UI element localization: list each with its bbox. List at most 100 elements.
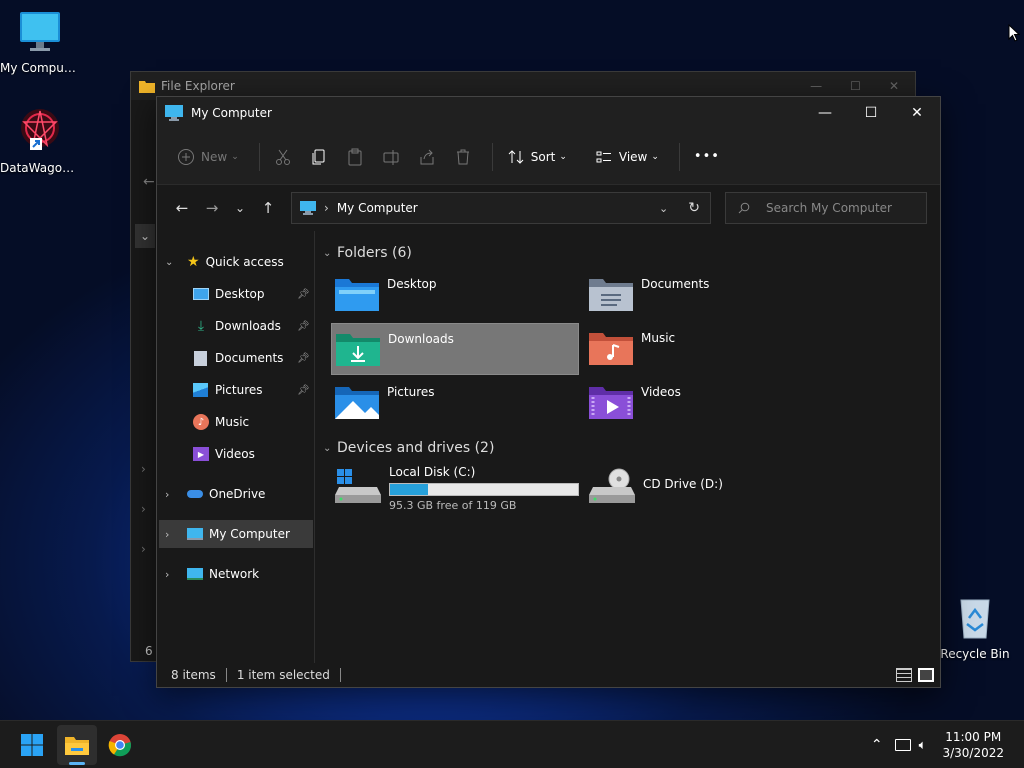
address-bar[interactable]: › My Computer ⌄ ↻: [291, 192, 711, 224]
back-arrow-icon[interactable]: ←: [143, 174, 155, 190]
folder-tile-downloads[interactable]: Downloads: [331, 323, 579, 375]
sidebar-item-desktop[interactable]: Desktop 📌︎: [193, 280, 315, 308]
folder-tile-desktop[interactable]: Desktop: [331, 269, 579, 321]
chevron-down-icon[interactable]: ⌄: [135, 224, 155, 248]
more-options-button[interactable]: •••: [688, 141, 726, 173]
sidebar-item-label: Downloads: [215, 319, 281, 333]
videos-icon: ▶: [193, 447, 209, 461]
desktop-icon-my-computer[interactable]: My Computer: [0, 10, 80, 75]
folder-label: Videos: [641, 385, 681, 399]
arrow-right-icon: →: [205, 199, 219, 217]
forward-button[interactable]: →: [197, 193, 227, 223]
file-explorer-icon: [65, 737, 89, 755]
trash-icon: [456, 149, 469, 164]
paste-button[interactable]: [340, 141, 370, 173]
drive-usage-bar: [389, 483, 579, 496]
close-icon[interactable]: ✕: [889, 79, 899, 93]
sort-button[interactable]: Sort ⌄: [501, 141, 573, 173]
sidebar-item-onedrive[interactable]: › OneDrive: [165, 480, 265, 508]
address-dropdown-icon[interactable]: ⌄: [659, 202, 668, 215]
recent-locations-button[interactable]: ⌄: [227, 193, 253, 223]
sidebar-item-label: Quick access: [205, 255, 284, 269]
arrow-up-icon: ↑: [261, 199, 275, 217]
cut-button[interactable]: [268, 141, 298, 173]
sidebar-item-documents[interactable]: Documents 📌︎: [193, 344, 315, 372]
folder-tile-videos[interactable]: Videos: [585, 377, 833, 429]
explorer-window[interactable]: My Computer — ☐ ✕ New ⌄ Sort ⌄ View ⌄ ••…: [156, 96, 941, 688]
folder-label: Music: [641, 331, 676, 345]
share-button[interactable]: [412, 141, 442, 173]
sidebar-item-label: Videos: [215, 447, 255, 461]
pin-icon: 📌︎: [297, 384, 310, 396]
videos-folder-icon: [589, 387, 633, 419]
window-titlebar[interactable]: My Computer — ☐ ✕: [157, 97, 940, 129]
desktop-icon-label: My Computer: [0, 61, 80, 75]
desktop-icon-recycle-bin[interactable]: Recycle Bin: [935, 596, 1015, 661]
expand-chevron-icon[interactable]: ›: [141, 502, 146, 516]
share-icon: [420, 149, 434, 164]
large-icons-view-icon[interactable]: [918, 668, 934, 682]
maximize-icon[interactable]: ☐: [850, 79, 861, 93]
clock[interactable]: 11:00 PM 3/30/2022: [942, 729, 1004, 761]
close-button[interactable]: ✕: [894, 97, 940, 129]
drive-usage-fill: [390, 484, 428, 495]
show-hidden-icons-chevron-icon[interactable]: ⌃: [871, 737, 883, 753]
more-icon: •••: [693, 149, 720, 164]
folder-tile-pictures[interactable]: Pictures: [331, 377, 579, 429]
up-button[interactable]: ↑: [253, 193, 283, 223]
taskbar-chrome[interactable]: [104, 729, 136, 761]
desktop-icon-datawagon[interactable]: DataWagon...: [0, 106, 80, 175]
pin-icon: 📌︎: [297, 320, 310, 332]
clock-time: 11:00 PM: [945, 730, 1002, 744]
volume-icon[interactable]: 🔈︎: [919, 738, 927, 753]
delete-button[interactable]: [448, 141, 478, 173]
rename-button[interactable]: [376, 141, 406, 173]
minimize-button[interactable]: —: [802, 97, 848, 129]
toolbar-divider: [258, 142, 260, 171]
maximize-icon: ☐: [864, 105, 878, 121]
expand-chevron-icon[interactable]: ›: [141, 462, 146, 476]
sidebar-item-label: Documents: [215, 351, 284, 365]
start-button[interactable]: [14, 729, 50, 761]
sidebar-item-downloads[interactable]: ⤓ Downloads 📌︎: [193, 312, 315, 340]
navigation-bar: ← → ⌄ ↑ › My Computer ⌄ ↻ Search My Comp…: [157, 185, 940, 231]
mouse-cursor-icon: [1008, 24, 1020, 42]
back-button[interactable]: ←: [167, 193, 197, 223]
network-status-icon[interactable]: [894, 739, 911, 751]
chevron-down-icon: ⌄: [234, 201, 246, 215]
clock-date: 3/30/2022: [942, 746, 1004, 760]
view-button[interactable]: View ⌄: [589, 141, 665, 173]
sidebar-item-my-computer[interactable]: › My Computer: [159, 520, 313, 548]
expand-chevron-icon[interactable]: ›: [141, 542, 146, 556]
search-box[interactable]: Search My Computer: [725, 192, 927, 224]
breadcrumb-my-computer[interactable]: My Computer: [337, 201, 418, 215]
command-bar: New ⌄ Sort ⌄ View ⌄ •••: [157, 129, 940, 185]
sidebar-item-quick-access[interactable]: ⌄ ★ Quick access: [165, 248, 284, 276]
sidebar-item-pictures[interactable]: Pictures 📌︎: [193, 376, 315, 404]
folders-section-header[interactable]: ⌄ Folders (6): [323, 245, 412, 261]
desktop-folder-icon: [335, 279, 379, 311]
drives-section-header[interactable]: ⌄ Devices and drives (2): [323, 440, 494, 456]
search-icon: [738, 202, 750, 214]
monitor-icon: [187, 528, 203, 540]
minimize-icon[interactable]: —: [810, 79, 822, 93]
refresh-icon[interactable]: ↻: [688, 200, 700, 216]
copy-button[interactable]: [304, 141, 334, 173]
drive-tile-local-disk[interactable]: Local Disk (C:) 95.3 GB free of 119 GB: [331, 463, 579, 513]
pin-icon: 📌︎: [297, 288, 310, 300]
sidebar-item-videos[interactable]: ▶ Videos: [193, 440, 255, 468]
folder-tile-music[interactable]: Music: [585, 323, 833, 375]
drive-tile-cd-drive[interactable]: CD Drive (D:): [585, 463, 833, 513]
selection-count: 1 item selected: [236, 668, 330, 682]
sidebar-item-music[interactable]: ♪ Music: [193, 408, 249, 436]
cd-drive-icon: [589, 468, 635, 503]
desktop-icon-label: Recycle Bin: [940, 647, 1010, 661]
folder-tile-documents[interactable]: Documents: [585, 269, 833, 321]
new-button[interactable]: New ⌄: [171, 141, 245, 173]
breadcrumb-separator: ›: [324, 201, 329, 215]
toolbar-divider: [678, 142, 680, 171]
maximize-button[interactable]: ☐: [848, 97, 894, 129]
taskbar-file-explorer[interactable]: [57, 725, 97, 765]
details-view-icon[interactable]: [896, 668, 912, 682]
sidebar-item-network[interactable]: › Network: [165, 560, 259, 588]
